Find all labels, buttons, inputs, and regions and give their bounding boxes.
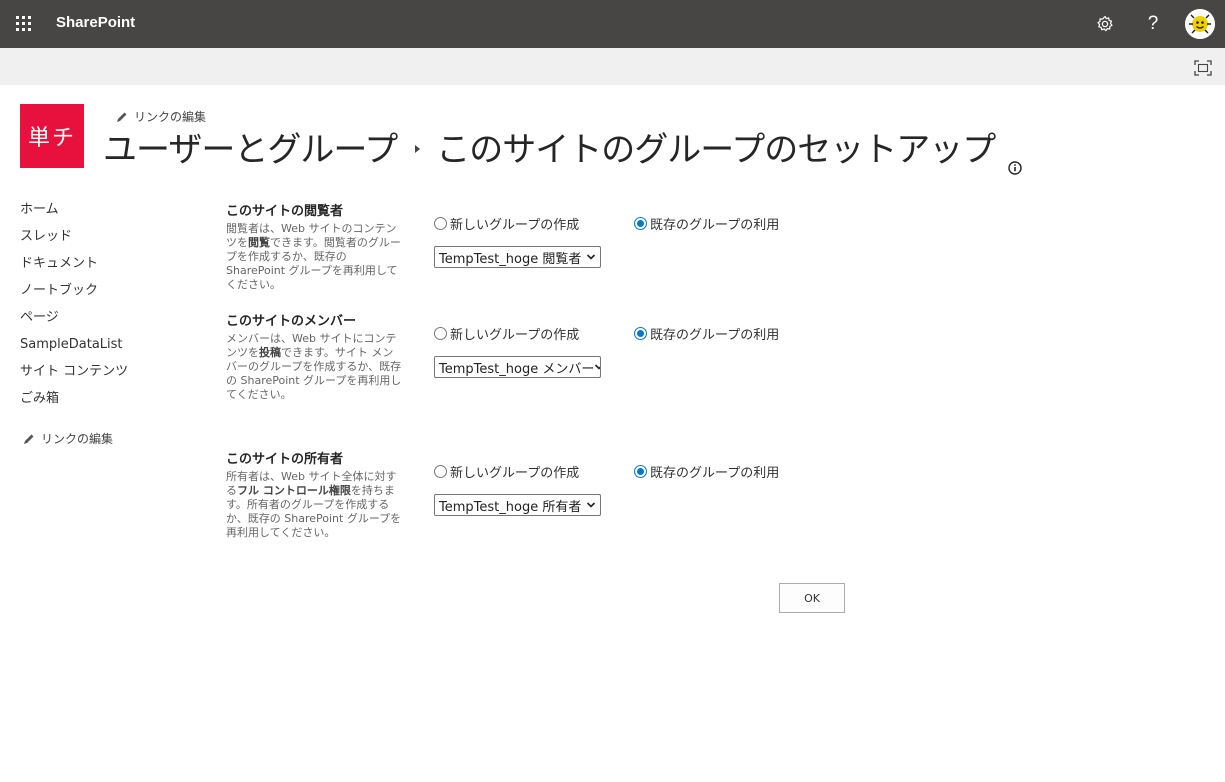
- radio-use-existing-group[interactable]: 既存のグループの利用: [634, 214, 779, 233]
- radio-create-new-group[interactable]: 新しいグループの作成: [434, 324, 579, 343]
- group-select-value: TempTest_hoge メンバー: [439, 361, 595, 377]
- user-avatar[interactable]: [1185, 9, 1215, 39]
- group-select-value: TempTest_hoge 閲覧者: [439, 251, 582, 267]
- quick-launch: ホーム スレッド ドキュメント ノートブック ページ SampleDataLis…: [20, 200, 200, 416]
- section-description: 所有者は、Web サイト全体に対するフル コントロール権限を持ちます。所有者のグ…: [226, 470, 402, 539]
- group-select[interactable]: TempTest_hoge 閲覧者: [434, 246, 601, 268]
- chevron-down-icon: [586, 254, 596, 260]
- section-owners: このサイトの所有者 所有者は、Web サイト全体に対するフル コントロール権限を…: [226, 448, 876, 548]
- nav-item-site-contents[interactable]: サイト コンテンツ: [20, 362, 200, 389]
- radio-label: 既存のグループの利用: [650, 328, 780, 343]
- radio-button[interactable]: [434, 217, 447, 230]
- group-select[interactable]: TempTest_hoge 所有者: [434, 494, 601, 516]
- breadcrumb-separator-icon: [415, 145, 421, 153]
- section-members: このサイトのメンバー メンバーは、Web サイトにコンテンツを投稿できます。サイ…: [226, 310, 876, 410]
- chevron-down-icon: [595, 364, 600, 370]
- edit-links-nav[interactable]: リンクの編集: [23, 430, 113, 447]
- nav-item-home[interactable]: ホーム: [20, 200, 200, 227]
- section-visitors: このサイトの閲覧者 閲覧者は、Web サイトのコンテンツを閲覧できます。閲覧者の…: [226, 200, 876, 291]
- section-description: メンバーは、Web サイトにコンテンツを投稿できます。サイト メンバーのグループ…: [226, 332, 402, 401]
- gear-icon[interactable]: [1093, 12, 1117, 36]
- radio-button[interactable]: [434, 327, 447, 340]
- radio-button[interactable]: [434, 465, 447, 478]
- edit-links-label: リンクの編集: [41, 432, 114, 446]
- breadcrumb-parent[interactable]: ユーザーとグループ: [103, 122, 398, 171]
- group-select-value: TempTest_hoge 所有者: [439, 499, 582, 515]
- radio-label: 新しいグループの作成: [450, 466, 580, 481]
- command-bar: [0, 48, 1225, 85]
- site-logo[interactable]: 単チ: [20, 104, 84, 168]
- nav-item-threads[interactable]: スレッド: [20, 227, 200, 254]
- radio-use-existing-group[interactable]: 既存のグループの利用: [634, 462, 779, 481]
- nav-item-pages[interactable]: ページ: [20, 308, 200, 335]
- section-title: このサイトのメンバー: [226, 314, 357, 329]
- pencil-icon: [24, 434, 34, 444]
- suite-bar: SharePoint ?: [0, 0, 1225, 48]
- info-icon[interactable]: [1008, 144, 1022, 175]
- app-launcher-icon[interactable]: [16, 16, 32, 32]
- radio-label: 既存のグループの利用: [650, 466, 780, 481]
- app-name-link[interactable]: SharePoint: [56, 14, 135, 31]
- group-select[interactable]: TempTest_hoge メンバー: [434, 356, 601, 378]
- radio-create-new-group[interactable]: 新しいグループの作成: [434, 462, 579, 481]
- breadcrumb-current: このサイトのグループのセットアップ: [436, 129, 996, 170]
- radio-button[interactable]: [634, 465, 647, 478]
- radio-label: 既存のグループの利用: [650, 218, 780, 233]
- chevron-down-icon: [586, 502, 596, 508]
- help-icon[interactable]: ?: [1141, 12, 1165, 36]
- nav-item-documents[interactable]: ドキュメント: [20, 254, 200, 281]
- nav-item-recycle-bin[interactable]: ごみ箱: [20, 389, 200, 416]
- ok-button[interactable]: OK: [779, 583, 845, 613]
- nav-item-sampledatalist[interactable]: SampleDataList: [20, 335, 200, 362]
- radio-button[interactable]: [634, 217, 647, 230]
- radio-button[interactable]: [634, 327, 647, 340]
- nav-item-notebook[interactable]: ノートブック: [20, 281, 200, 308]
- radio-label: 新しいグループの作成: [450, 218, 580, 233]
- radio-use-existing-group[interactable]: 既存のグループの利用: [634, 324, 779, 343]
- focus-mode-icon[interactable]: [1194, 60, 1212, 76]
- radio-create-new-group[interactable]: 新しいグループの作成: [434, 214, 579, 233]
- page-title: ユーザーとグループ このサイトのグループのセットアップ: [103, 122, 1022, 175]
- section-title: このサイトの所有者: [226, 452, 344, 467]
- section-title: このサイトの閲覧者: [226, 204, 344, 219]
- radio-label: 新しいグループの作成: [450, 328, 580, 343]
- section-description: 閲覧者は、Web サイトのコンテンツを閲覧できます。閲覧者のグループを作成するか…: [226, 222, 401, 291]
